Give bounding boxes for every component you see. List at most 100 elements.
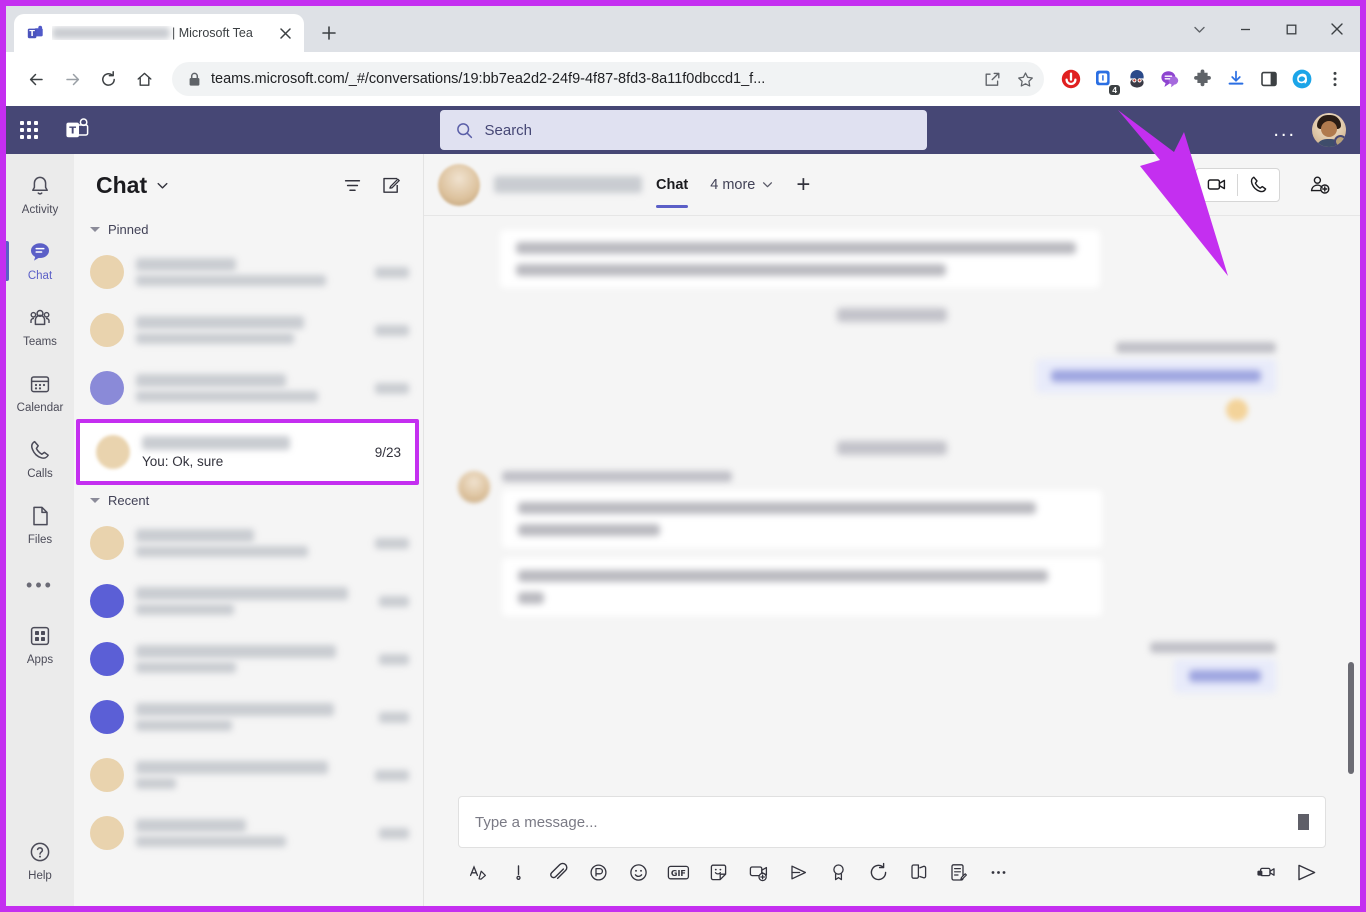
- avatar: [96, 435, 130, 469]
- meet-now-icon[interactable]: [738, 852, 778, 892]
- list-item-time: [379, 595, 409, 607]
- sidebar-item-activity[interactable]: Activity: [6, 162, 74, 228]
- day-divider: [458, 308, 1326, 322]
- list-item-selected[interactable]: You: Ok, sure 9/23: [76, 419, 419, 485]
- star-icon[interactable]: [1017, 71, 1034, 88]
- teams-favicon-icon: T: [26, 24, 44, 42]
- tab-chat[interactable]: Chat: [656, 154, 689, 216]
- send-icon[interactable]: [1286, 852, 1326, 892]
- chevron-down-icon: [761, 178, 774, 191]
- sidebar-item-label: Activity: [21, 204, 59, 216]
- tab-label: 4 more: [710, 176, 756, 193]
- sidebar-item-apps[interactable]: Apps: [6, 612, 74, 678]
- sidebar-item-label: Teams: [23, 336, 57, 348]
- tab-close-icon[interactable]: [276, 24, 294, 42]
- tab-search-chevron-down-icon[interactable]: [1176, 6, 1222, 52]
- list-item[interactable]: [74, 301, 423, 359]
- list-item-time: [375, 324, 409, 336]
- search-wrap: Search: [170, 110, 1196, 150]
- message-row-outgoing: [458, 642, 1276, 693]
- sidebar-item-files[interactable]: Files: [6, 492, 74, 558]
- thread-scrollbar[interactable]: [1348, 662, 1354, 774]
- avatar: [90, 584, 124, 618]
- sticker-icon[interactable]: [698, 852, 738, 892]
- adblock-extension-icon[interactable]: [1056, 64, 1086, 94]
- share-icon[interactable]: [984, 71, 1001, 88]
- top-bar-more-icon[interactable]: ...: [1273, 120, 1296, 140]
- screenshot-root: T | Microsoft Tea teams.microsoft.com/_#…: [0, 0, 1366, 912]
- add-tab-button[interactable]: +: [796, 171, 810, 199]
- search-input[interactable]: Search: [439, 110, 927, 150]
- minimize-icon[interactable]: [1222, 6, 1268, 52]
- new-tab-button[interactable]: [314, 18, 344, 48]
- list-item[interactable]: [74, 804, 423, 862]
- puzzle-extensions-icon[interactable]: [1188, 64, 1218, 94]
- sidebar-item-help[interactable]: Help: [6, 828, 74, 894]
- reload-icon[interactable]: [92, 63, 124, 95]
- list-item[interactable]: [74, 630, 423, 688]
- video-camera-icon[interactable]: [1196, 169, 1237, 201]
- person-add-icon[interactable]: [1302, 168, 1338, 202]
- emoji-icon[interactable]: [618, 852, 658, 892]
- phone-icon: [28, 438, 52, 465]
- close-icon[interactable]: [1314, 6, 1360, 52]
- list-item[interactable]: [74, 746, 423, 804]
- chat-extension-icon[interactable]: [1155, 64, 1185, 94]
- app-grid-icon[interactable]: [20, 121, 38, 139]
- ellipsis-icon[interactable]: [978, 852, 1018, 892]
- loop-component-icon[interactable]: [578, 852, 618, 892]
- browser-tab[interactable]: T | Microsoft Tea: [14, 14, 304, 52]
- sidebar-item-calls[interactable]: Calls: [6, 426, 74, 492]
- section-header-recent[interactable]: Recent: [74, 487, 423, 514]
- stream-icon[interactable]: [778, 852, 818, 892]
- back-arrow-icon[interactable]: [20, 63, 52, 95]
- list-item-name: [136, 374, 286, 387]
- user-avatar[interactable]: [1312, 113, 1346, 147]
- list-item-preview: [136, 720, 232, 731]
- list-item[interactable]: [74, 688, 423, 746]
- sidebar-item-teams[interactable]: Teams: [6, 294, 74, 360]
- phone-icon[interactable]: [1238, 169, 1279, 201]
- list-item[interactable]: [74, 572, 423, 630]
- sidebar-item-calendar[interactable]: Calendar: [6, 360, 74, 426]
- gif-icon[interactable]: GIF: [658, 852, 698, 892]
- home-icon[interactable]: [128, 63, 160, 95]
- reaction-badge[interactable]: [1226, 399, 1248, 421]
- message-thread[interactable]: [424, 216, 1360, 796]
- chat-filter-chevron-down-icon[interactable]: [155, 178, 170, 193]
- forms-icon[interactable]: [938, 852, 978, 892]
- video-clip-icon[interactable]: [1246, 852, 1286, 892]
- list-item[interactable]: [74, 514, 423, 572]
- praise-badge-icon[interactable]: [818, 852, 858, 892]
- schedule-icon[interactable]: [858, 852, 898, 892]
- chrome-menu-icon[interactable]: [1320, 64, 1350, 94]
- approvals-icon[interactable]: [898, 852, 938, 892]
- message-bubble: [1174, 659, 1276, 693]
- sider-extension-icon[interactable]: [1287, 64, 1317, 94]
- filter-icon[interactable]: [337, 170, 367, 200]
- compose-chat-icon[interactable]: [375, 170, 405, 200]
- list-item[interactable]: [74, 359, 423, 417]
- tab-more[interactable]: 4 more: [710, 154, 774, 216]
- downloads-icon[interactable]: [1221, 64, 1251, 94]
- svg-text:T: T: [69, 126, 76, 137]
- rail-overflow-icon[interactable]: •••: [26, 558, 54, 612]
- maximize-icon[interactable]: [1268, 6, 1314, 52]
- avatar-extension-icon[interactable]: [1122, 64, 1152, 94]
- forward-arrow-icon[interactable]: [56, 63, 88, 95]
- sidepanel-icon[interactable]: [1254, 64, 1284, 94]
- format-text-icon[interactable]: [458, 852, 498, 892]
- address-bar[interactable]: teams.microsoft.com/_#/conversations/19:…: [172, 62, 1044, 96]
- message-input[interactable]: Type a message...: [458, 796, 1326, 848]
- window-controls: [1176, 6, 1360, 52]
- section-header-pinned[interactable]: Pinned: [74, 216, 423, 243]
- sidebar-item-chat[interactable]: Chat: [6, 228, 74, 294]
- svg-text:T: T: [29, 29, 35, 38]
- paperclip-icon[interactable]: [538, 852, 578, 892]
- tab-title-visible: | Microsoft Tea: [172, 26, 253, 40]
- notes-extension-icon[interactable]: 4: [1089, 64, 1120, 95]
- list-item[interactable]: [74, 243, 423, 301]
- top-bar-right: ...: [1196, 113, 1346, 147]
- exclamation-icon[interactable]: [498, 852, 538, 892]
- browser-tab-title: | Microsoft Tea: [52, 26, 268, 40]
